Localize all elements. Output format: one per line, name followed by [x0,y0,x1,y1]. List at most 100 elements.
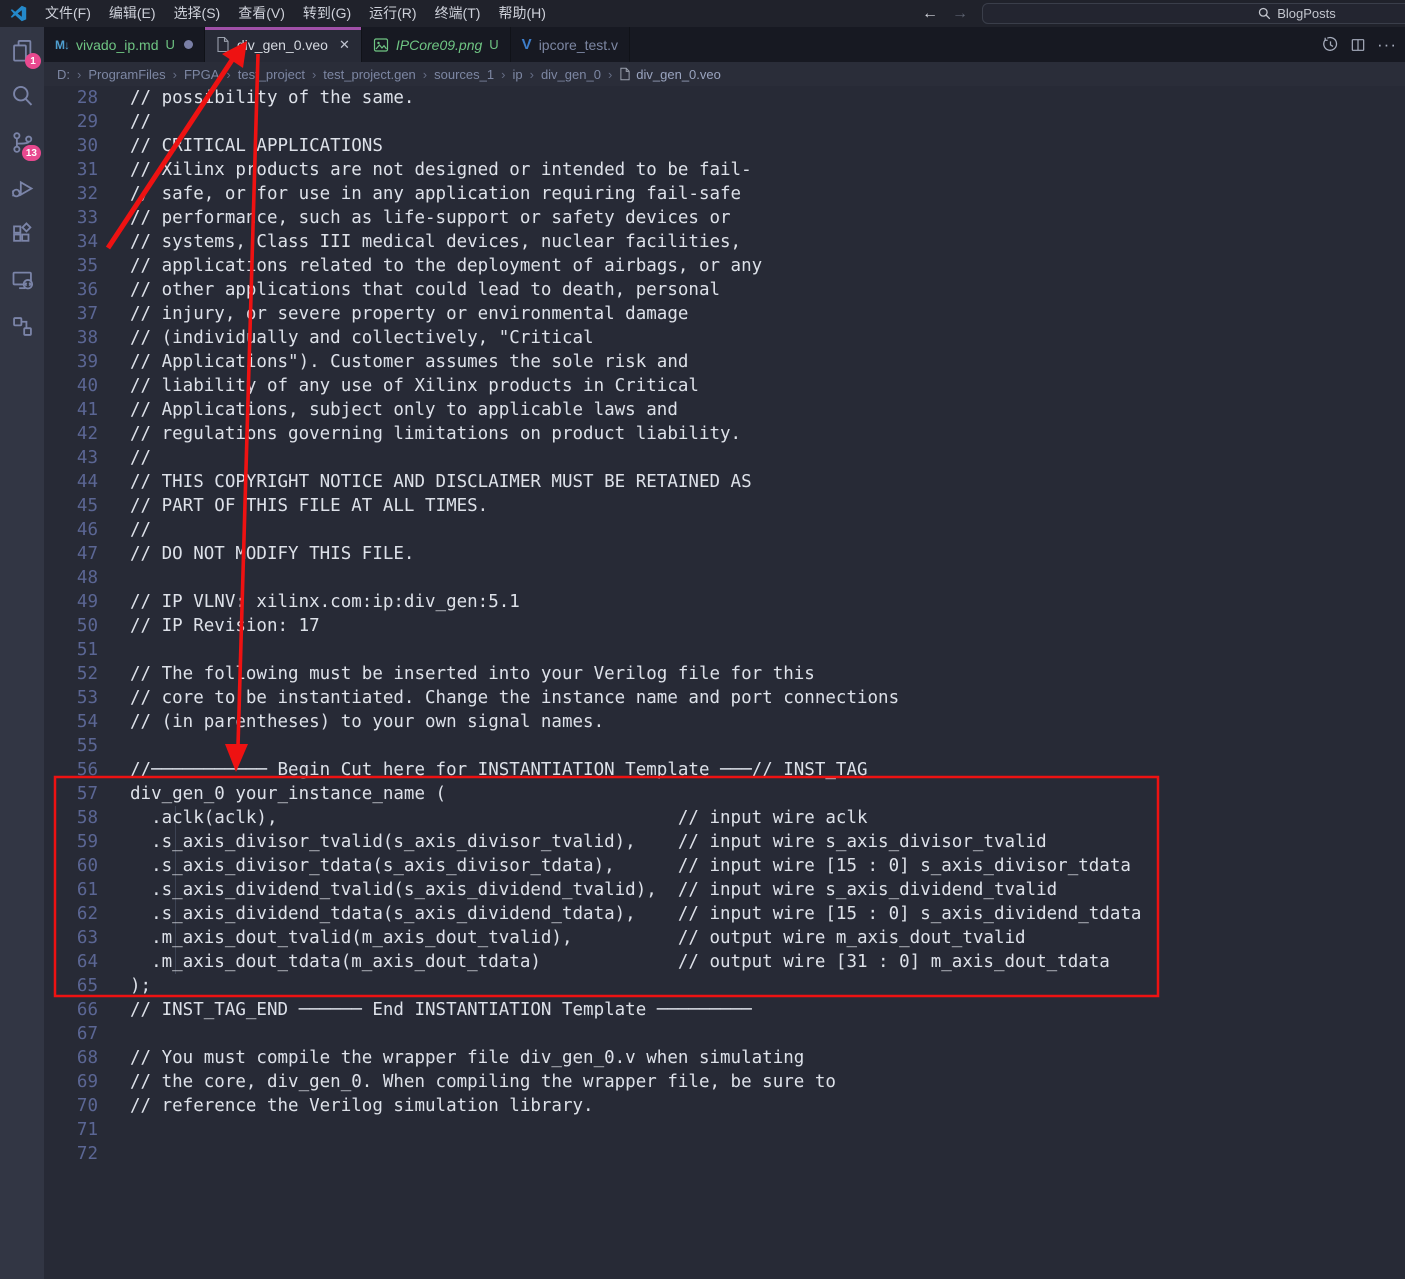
code-line[interactable]: 71 [44,1118,1405,1142]
code-line[interactable]: 63 .m_axis_dout_tvalid(m_axis_dout_tvali… [44,926,1405,950]
code-line[interactable]: 45 // PART OF THIS FILE AT ALL TIMES. [44,494,1405,518]
code-line[interactable]: 52 // The following must be inserted int… [44,662,1405,686]
tab-ipcore-test-v[interactable]: V ipcore_test.v [511,27,630,62]
line-text: // systems, Class III medical devices, n… [130,230,741,254]
line-number: 56 [44,758,98,782]
code-line[interactable]: 64 .m_axis_dout_tdata(m_axis_dout_tdata)… [44,950,1405,974]
code-line[interactable]: 56 //─────────── Begin Cut here for INST… [44,758,1405,782]
line-number: 38 [44,326,98,350]
code-line[interactable]: 28 // possibility of the same. [44,86,1405,110]
code-line[interactable]: 66 // INST_TAG_END ────── End INSTANTIAT… [44,998,1405,1022]
code-line[interactable]: 55 [44,734,1405,758]
code-line[interactable]: 42 // regulations governing limitations … [44,422,1405,446]
tab-label: vivado_ip.md [76,37,159,53]
code-line[interactable]: 30 // CRITICAL APPLICATIONS [44,134,1405,158]
code-line[interactable]: 39 // Applications"). Customer assumes t… [44,350,1405,374]
code-line[interactable]: 35 // applications related to the deploy… [44,254,1405,278]
menu-item[interactable]: 查看(V) [229,0,294,27]
menu-item[interactable]: 运行(R) [360,0,425,27]
source-control-icon[interactable]: 13 [0,119,44,165]
editor-actions: ··· [1322,27,1397,62]
explorer-icon[interactable]: 1 [0,27,44,73]
code-line[interactable]: 50 // IP Revision: 17 [44,614,1405,638]
line-number: 65 [44,974,98,998]
line-text: // [130,446,151,470]
menu-item[interactable]: 选择(S) [165,0,230,27]
code-line[interactable]: 41 // Applications, subject only to appl… [44,398,1405,422]
menu-item[interactable]: 终端(T) [426,0,490,27]
code-line[interactable]: 54 // (in parentheses) to your own signa… [44,710,1405,734]
line-number: 71 [44,1118,98,1142]
breadcrumb-item[interactable]: test_project [238,67,324,82]
code-line[interactable]: 47 // DO NOT MODIFY THIS FILE. [44,542,1405,566]
code-line[interactable]: 72 [44,1142,1405,1166]
git-untracked-badge: U [166,37,175,52]
tab-vivado-ip-md[interactable]: M↓ vivado_ip.md U [44,27,205,62]
line-text: // the core, div_gen_0. When compiling t… [130,1070,836,1094]
code-line[interactable]: 43 // [44,446,1405,470]
breadcrumb-item[interactable]: sources_1 [434,67,512,82]
extensions-icon[interactable] [0,211,44,257]
more-actions-icon[interactable]: ··· [1377,35,1397,55]
code-line[interactable]: 62 .s_axis_dividend_tdata(s_axis_dividen… [44,902,1405,926]
markdown-icon: M↓ [55,38,69,52]
timeline-history-icon[interactable] [1322,36,1339,53]
breadcrumb-item[interactable]: FPGA [184,67,238,82]
code-editor[interactable]: 28 // possibility of the same. 29 // 30 … [44,86,1405,1279]
breadcrumb-item[interactable]: ProgramFiles [88,67,184,82]
menu-item[interactable]: 转到(G) [294,0,360,27]
code-line[interactable]: 57 div_gen_0 your_instance_name ( [44,782,1405,806]
line-text: //─────────── Begin Cut here for INSTANT… [130,758,868,782]
code-line[interactable]: 65 ); [44,974,1405,998]
code-line[interactable]: 60 .s_axis_divisor_tdata(s_axis_divisor_… [44,854,1405,878]
tab-div-gen-0-veo[interactable]: div_gen_0.veo ✕ [205,27,362,62]
code-line[interactable]: 34 // systems, Class III medical devices… [44,230,1405,254]
code-line[interactable]: 38 // (individually and collectively, "C… [44,326,1405,350]
line-text: // liability of any use of Xilinx produc… [130,374,699,398]
breadcrumb-item[interactable]: div_gen_0 [541,67,619,82]
code-line[interactable]: 53 // core to be instantiated. Change th… [44,686,1405,710]
breadcrumb-item[interactable]: ip [512,67,540,82]
menu-bar: 文件(F)编辑(E)选择(S)查看(V)转到(G)运行(R)终端(T)帮助(H) [36,0,555,27]
code-line[interactable]: 32 // safe, or for use in any applicatio… [44,182,1405,206]
code-line[interactable]: 40 // liability of any use of Xilinx pro… [44,374,1405,398]
code-line[interactable]: 69 // the core, div_gen_0. When compilin… [44,1070,1405,1094]
breadcrumb-file[interactable]: div_gen_0.veo [619,67,721,82]
menu-item[interactable]: 编辑(E) [100,0,165,27]
breadcrumb-item[interactable]: test_project.gen [323,67,434,82]
code-line[interactable]: 36 // other applications that could lead… [44,278,1405,302]
code-line[interactable]: 67 [44,1022,1405,1046]
menu-item[interactable]: 文件(F) [36,0,100,27]
code-line[interactable]: 37 // injury, or severe property or envi… [44,302,1405,326]
run-debug-icon[interactable] [0,165,44,211]
tab-ipcore09-png[interactable]: IPCore09.png U [362,27,511,62]
code-line[interactable]: 46 // [44,518,1405,542]
command-center-search[interactable]: BlogPosts [982,3,1405,24]
line-text: // IP VLNV: xilinx.com:ip:div_gen:5.1 [130,590,520,614]
unsaved-dot-icon[interactable] [184,40,193,49]
breadcrumb-item[interactable]: D: [57,67,88,82]
code-line[interactable]: 51 [44,638,1405,662]
menu-item[interactable]: 帮助(H) [489,0,554,27]
line-text: div_gen_0 your_instance_name ( [130,782,446,806]
code-line[interactable]: 61 .s_axis_dividend_tvalid(s_axis_divide… [44,878,1405,902]
code-line[interactable]: 44 // THIS COPYRIGHT NOTICE AND DISCLAIM… [44,470,1405,494]
code-line[interactable]: 29 // [44,110,1405,134]
code-line[interactable]: 31 // Xilinx products are not designed o… [44,158,1405,182]
split-editor-icon[interactable] [1350,37,1366,53]
back-arrow-icon[interactable]: ← [922,5,938,23]
remote-explorer-icon[interactable] [0,257,44,303]
line-text: // DO NOT MODIFY THIS FILE. [130,542,414,566]
code-line[interactable]: 68 // You must compile the wrapper file … [44,1046,1405,1070]
references-icon[interactable] [0,303,44,349]
search-sidebar-icon[interactable] [0,73,44,119]
forward-arrow-icon[interactable]: → [952,5,968,23]
search-icon [1258,7,1271,20]
code-line[interactable]: 59 .s_axis_divisor_tvalid(s_axis_divisor… [44,830,1405,854]
code-line[interactable]: 33 // performance, such as life-support … [44,206,1405,230]
code-line[interactable]: 48 [44,566,1405,590]
code-line[interactable]: 70 // reference the Verilog simulation l… [44,1094,1405,1118]
code-line[interactable]: 58 .aclk(aclk), // input wire aclk [44,806,1405,830]
code-line[interactable]: 49 // IP VLNV: xilinx.com:ip:div_gen:5.1 [44,590,1405,614]
close-icon[interactable]: ✕ [339,37,350,53]
